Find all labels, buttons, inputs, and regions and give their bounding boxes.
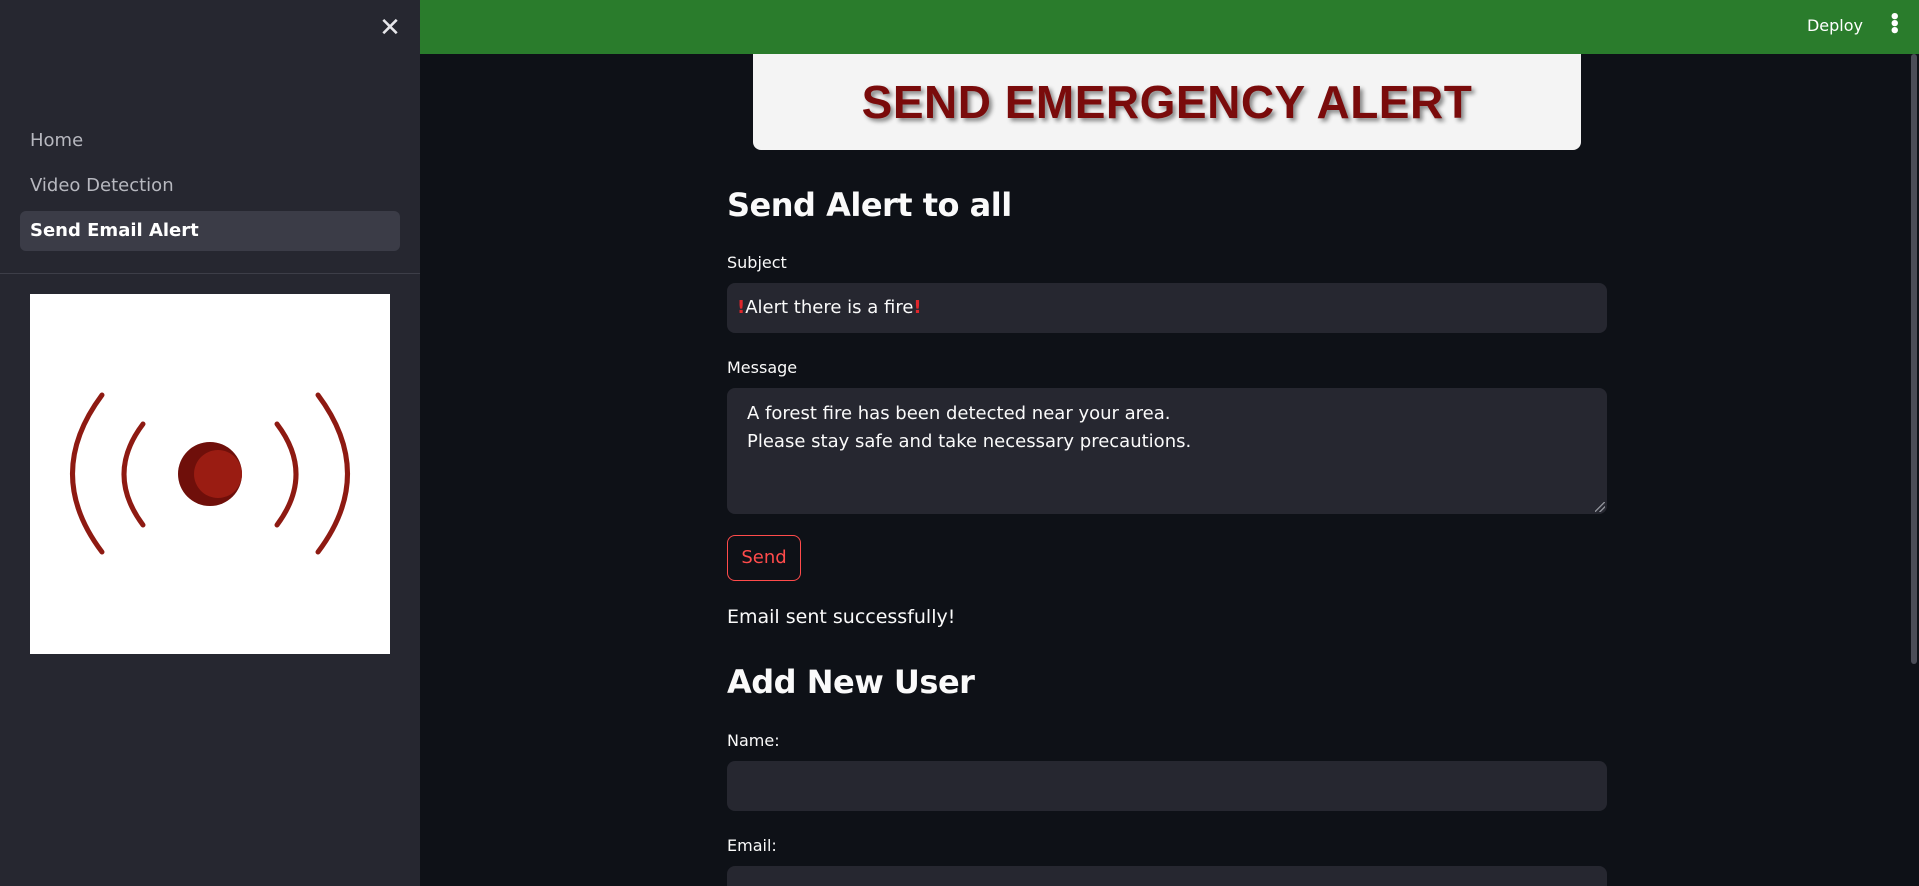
status-message: Email sent successfully! [727,606,956,628]
email-label: Email: [727,836,777,855]
add-user-heading: Add New User [727,663,975,701]
sidebar: ✕ Home Video Detection Send Email Alert [0,0,420,886]
sidebar-item-send-email-alert[interactable]: Send Email Alert [20,211,400,251]
send-alert-heading: Send Alert to all [727,186,1012,224]
subject-label: Subject [727,253,787,272]
exclamation-icon: ! [737,297,746,318]
sidebar-item-video-detection[interactable]: Video Detection [20,166,400,206]
message-line: Please stay safe and take necessary prec… [747,431,1192,452]
message-label: Message [727,358,798,377]
resize-handle-icon[interactable] [1595,502,1605,512]
name-label: Name: [727,731,780,750]
app-header: Deploy • • • [420,0,1919,54]
email-input[interactable] [727,866,1607,886]
page-title: SEND EMERGENCY ALERT [861,76,1473,128]
send-button[interactable]: Send [727,535,801,581]
deploy-button[interactable]: Deploy [1807,15,1863,37]
sidebar-divider [0,273,420,274]
name-input[interactable] [727,761,1607,811]
message-line: A forest fire has been detected near you… [747,403,1171,424]
exclamation-icon: ! [913,297,922,318]
main-scrollbar[interactable] [1911,54,1917,664]
subject-input-value: Alert there is a fire [745,297,914,318]
sidebar-nav: Home Video Detection Send Email Alert [20,121,400,256]
kebab-menu-icon[interactable]: • • • [1889,9,1901,41]
message-textarea[interactable]: A forest fire has been detected near you… [727,388,1607,514]
alarm-signal-icon [30,294,390,654]
page-banner: SEND EMERGENCY ALERT [753,54,1581,150]
close-icon[interactable]: ✕ [378,14,402,42]
sidebar-item-home[interactable]: Home [20,121,400,161]
subject-input[interactable]: !Alert there is a fire! [727,283,1607,333]
